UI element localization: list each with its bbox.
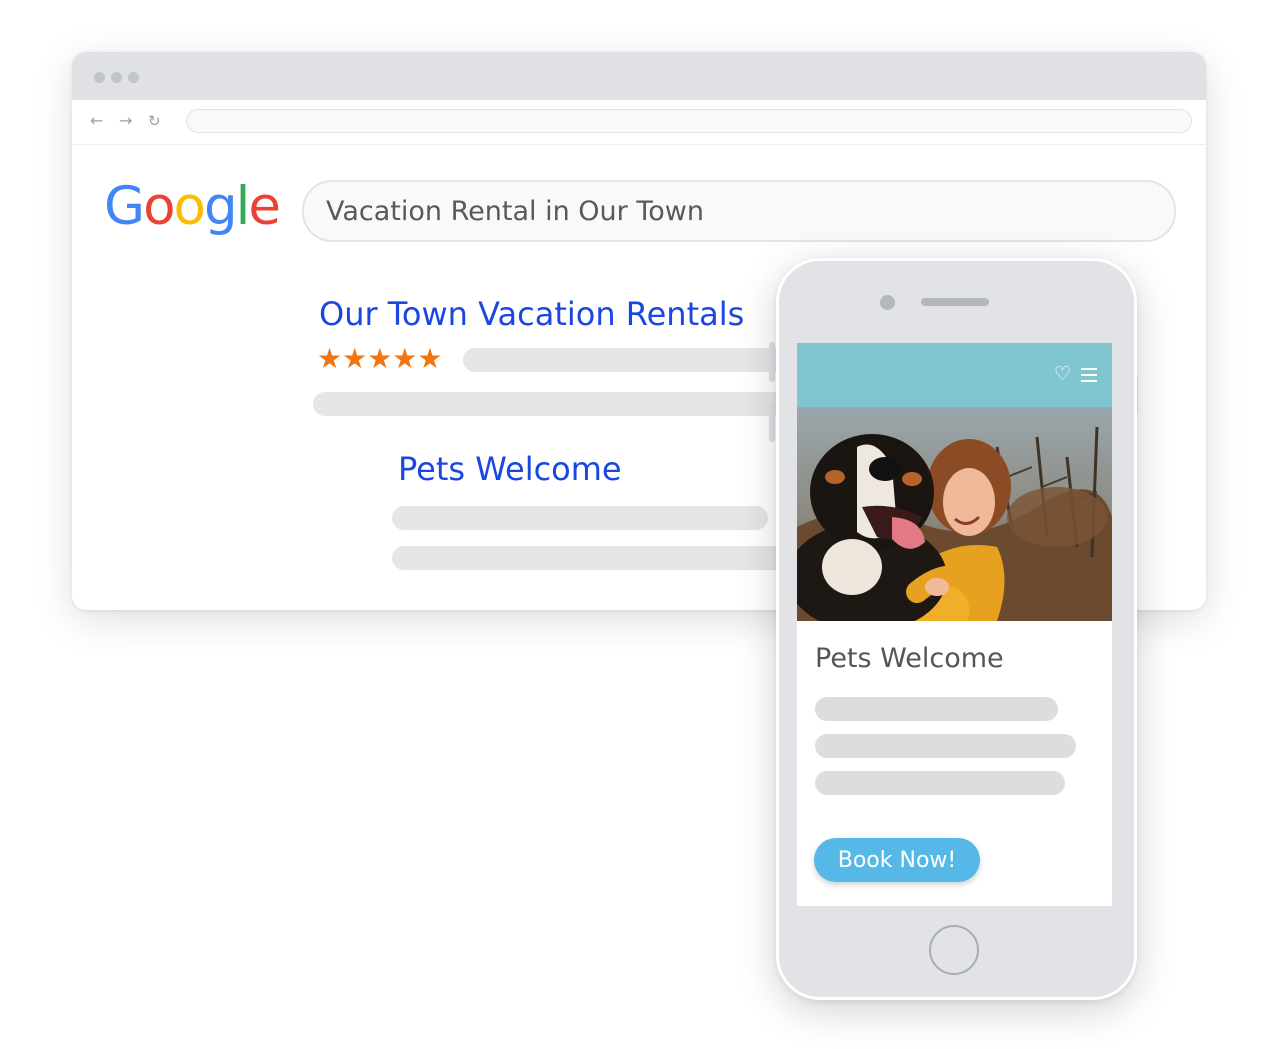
search-query: Vacation Rental in Our Town <box>326 196 704 227</box>
home-button[interactable] <box>929 925 979 975</box>
phone-screen: ♡ Pets Welcome Book Now! <box>797 343 1112 906</box>
logo-letter: e <box>248 176 281 237</box>
forward-arrow-icon[interactable]: → <box>119 111 132 131</box>
address-bar[interactable] <box>186 109 1192 133</box>
mobile-page-title: Pets Welcome <box>815 643 1004 674</box>
logo-letter: o <box>143 176 175 237</box>
result-snippet-line <box>392 506 768 530</box>
star-rating: ★★★★★ <box>317 342 443 375</box>
result-snippet-line <box>313 392 803 416</box>
mobile-text-line <box>815 697 1058 721</box>
logo-letter: o <box>173 176 206 237</box>
back-arrow-icon[interactable]: ← <box>90 111 103 131</box>
mobile-phone: ♡ Pets Welcome Book Now! <box>776 258 1137 1000</box>
camera-icon <box>880 295 895 310</box>
window-dot-icon[interactable] <box>94 72 105 83</box>
logo-letter: g <box>203 176 238 237</box>
result-title-link[interactable]: Our Town Vacation Rentals <box>319 295 744 333</box>
phone-volume-button <box>769 402 775 442</box>
search-input[interactable]: Vacation Rental in Our Town <box>302 180 1176 242</box>
menu-icon[interactable] <box>1081 368 1097 386</box>
book-now-button[interactable]: Book Now! <box>814 838 980 882</box>
result-title-link[interactable]: Pets Welcome <box>398 450 622 488</box>
browser-toolbar: ← → ↻ <box>72 100 1206 145</box>
dog-and-woman-photo <box>797 407 1112 621</box>
logo-letter: G <box>104 176 145 237</box>
google-logo: Google <box>104 176 281 237</box>
result-snippet-line <box>463 348 803 372</box>
logo-letter: l <box>235 176 251 237</box>
app-header: ♡ <box>797 343 1112 407</box>
result-snippet-line <box>392 546 802 570</box>
window-dot-icon[interactable] <box>111 72 122 83</box>
phone-volume-button <box>769 342 775 382</box>
reload-icon[interactable]: ↻ <box>148 111 161 131</box>
mobile-text-line <box>815 734 1076 758</box>
window-dot-icon[interactable] <box>128 72 139 83</box>
browser-titlebar <box>72 52 1206 100</box>
hero-photo <box>797 407 1112 621</box>
speaker-icon <box>921 298 989 306</box>
heart-icon[interactable]: ♡ <box>1054 363 1071 385</box>
mobile-text-line <box>815 771 1065 795</box>
